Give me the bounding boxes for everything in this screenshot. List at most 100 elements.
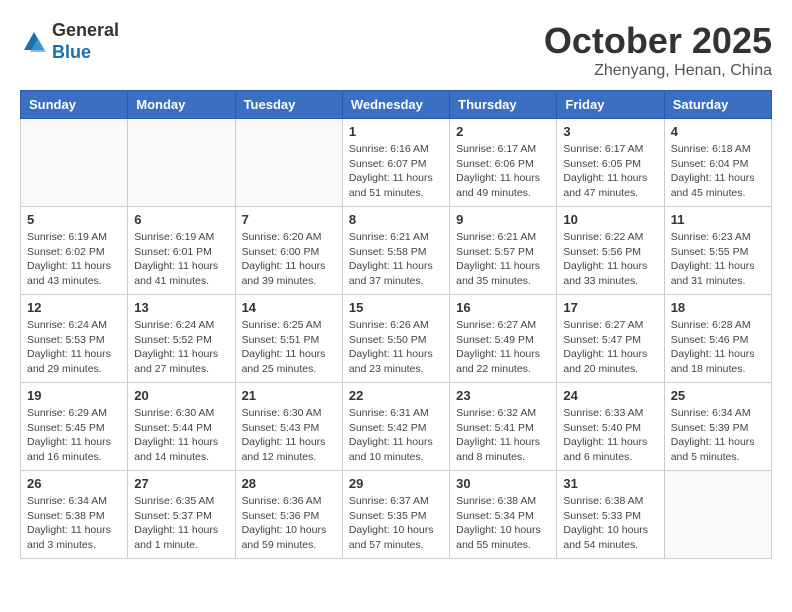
day-cell-4: 4 Sunrise: 6:18 AM Sunset: 6:04 PM Daylig… bbox=[664, 119, 771, 207]
day-number: 18 bbox=[671, 300, 765, 315]
day-cell-1: 1 Sunrise: 6:16 AM Sunset: 6:07 PM Daylig… bbox=[342, 119, 449, 207]
day-info: Sunrise: 6:24 AM Sunset: 5:52 PM Dayligh… bbox=[134, 318, 228, 377]
day-info: Sunrise: 6:23 AM Sunset: 5:55 PM Dayligh… bbox=[671, 230, 765, 289]
day-cell-2: 2Sunrise: 6:17 AM Sunset: 6:06 PM Daylig… bbox=[450, 119, 557, 207]
day-cell-26: 26 Sunrise: 6:34 AM Sunset: 5:38 PM Dayli… bbox=[21, 471, 128, 559]
day-cell-18: 18 Sunrise: 6:28 AM Sunset: 5:46 PM Dayli… bbox=[664, 295, 771, 383]
day-info: Sunrise: 6:35 AM Sunset: 5:37 PM Dayligh… bbox=[134, 494, 228, 553]
day-cell-6: 6 Sunrise: 6:19 AM Sunset: 6:01 PM Daylig… bbox=[128, 207, 235, 295]
day-cell-28: 28 Sunrise: 6:36 AM Sunset: 5:36 PM Dayli… bbox=[235, 471, 342, 559]
day-number: 6 bbox=[134, 212, 228, 227]
weekday-header-tuesday: Tuesday bbox=[235, 91, 342, 119]
week-row-4: 19Sunrise: 6:29 AM Sunset: 5:45 PM Dayli… bbox=[21, 383, 772, 471]
day-number: 30 bbox=[456, 476, 550, 491]
day-info: Sunrise: 6:28 AM Sunset: 5:46 PM Dayligh… bbox=[671, 318, 765, 377]
day-info: Sunrise: 6:19 AM Sunset: 6:02 PM Dayligh… bbox=[27, 230, 121, 289]
day-number: 29 bbox=[349, 476, 443, 491]
day-info: Sunrise: 6:31 AM Sunset: 5:42 PM Dayligh… bbox=[349, 406, 443, 465]
day-info: Sunrise: 6:34 AM Sunset: 5:38 PM Dayligh… bbox=[27, 494, 121, 553]
day-number: 28 bbox=[242, 476, 336, 491]
weekday-header-thursday: Thursday bbox=[450, 91, 557, 119]
day-number: 25 bbox=[671, 388, 765, 403]
week-row-2: 5 Sunrise: 6:19 AM Sunset: 6:02 PM Daylig… bbox=[21, 207, 772, 295]
title-block: October 2025 Zhenyang, Henan, China bbox=[544, 20, 772, 80]
day-cell-20: 20 Sunrise: 6:30 AM Sunset: 5:44 PM Dayli… bbox=[128, 383, 235, 471]
day-info: Sunrise: 6:17 AM Sunset: 6:05 PM Dayligh… bbox=[563, 142, 657, 201]
day-number: 7 bbox=[242, 212, 336, 227]
day-number: 11 bbox=[671, 212, 765, 227]
day-number: 5 bbox=[27, 212, 121, 227]
day-info: Sunrise: 6:29 AM Sunset: 5:45 PM Dayligh… bbox=[27, 406, 121, 465]
day-cell-11: 11 Sunrise: 6:23 AM Sunset: 5:55 PM Dayli… bbox=[664, 207, 771, 295]
day-cell-23: 23 Sunrise: 6:32 AM Sunset: 5:41 PM Dayli… bbox=[450, 383, 557, 471]
calendar-table: SundayMondayTuesdayWednesdayThursdayFrid… bbox=[20, 90, 772, 559]
weekday-header-saturday: Saturday bbox=[664, 91, 771, 119]
day-number: 14 bbox=[242, 300, 336, 315]
day-number: 13 bbox=[134, 300, 228, 315]
day-cell-12: 12 Sunrise: 6:24 AM Sunset: 5:53 PM Dayli… bbox=[21, 295, 128, 383]
location-text: Zhenyang, Henan, China bbox=[544, 62, 772, 80]
day-info: Sunrise: 6:18 AM Sunset: 6:04 PM Dayligh… bbox=[671, 142, 765, 201]
day-cell-3: 3 Sunrise: 6:17 AM Sunset: 6:05 PM Daylig… bbox=[557, 119, 664, 207]
day-cell-27: 27 Sunrise: 6:35 AM Sunset: 5:37 PM Dayli… bbox=[128, 471, 235, 559]
day-info: Sunrise: 6:27 AM Sunset: 5:47 PM Dayligh… bbox=[563, 318, 657, 377]
page-header: General Blue October 2025 Zhenyang, Hena… bbox=[20, 20, 772, 80]
week-row-1: 1 Sunrise: 6:16 AM Sunset: 6:07 PM Daylig… bbox=[21, 119, 772, 207]
weekday-header-wednesday: Wednesday bbox=[342, 91, 449, 119]
day-number: 26 bbox=[27, 476, 121, 491]
day-cell-8: 8Sunrise: 6:21 AM Sunset: 5:58 PM Daylig… bbox=[342, 207, 449, 295]
day-cell-19: 19Sunrise: 6:29 AM Sunset: 5:45 PM Dayli… bbox=[21, 383, 128, 471]
day-number: 17 bbox=[563, 300, 657, 315]
day-info: Sunrise: 6:34 AM Sunset: 5:39 PM Dayligh… bbox=[671, 406, 765, 465]
weekday-header-friday: Friday bbox=[557, 91, 664, 119]
day-cell-30: 30 Sunrise: 6:38 AM Sunset: 5:34 PM Dayli… bbox=[450, 471, 557, 559]
day-cell-21: 21Sunrise: 6:30 AM Sunset: 5:43 PM Dayli… bbox=[235, 383, 342, 471]
day-cell-25: 25 Sunrise: 6:34 AM Sunset: 5:39 PM Dayli… bbox=[664, 383, 771, 471]
day-cell-17: 17 Sunrise: 6:27 AM Sunset: 5:47 PM Dayli… bbox=[557, 295, 664, 383]
day-cell-13: 13 Sunrise: 6:24 AM Sunset: 5:52 PM Dayli… bbox=[128, 295, 235, 383]
empty-cell bbox=[128, 119, 235, 207]
day-number: 12 bbox=[27, 300, 121, 315]
day-info: Sunrise: 6:21 AM Sunset: 5:57 PM Dayligh… bbox=[456, 230, 550, 289]
day-info: Sunrise: 6:24 AM Sunset: 5:53 PM Dayligh… bbox=[27, 318, 121, 377]
day-number: 16 bbox=[456, 300, 550, 315]
day-number: 10 bbox=[563, 212, 657, 227]
day-info: Sunrise: 6:21 AM Sunset: 5:58 PM Dayligh… bbox=[349, 230, 443, 289]
day-info: Sunrise: 6:36 AM Sunset: 5:36 PM Dayligh… bbox=[242, 494, 336, 553]
logo: General Blue bbox=[20, 20, 119, 63]
day-info: Sunrise: 6:25 AM Sunset: 5:51 PM Dayligh… bbox=[242, 318, 336, 377]
day-info: Sunrise: 6:32 AM Sunset: 5:41 PM Dayligh… bbox=[456, 406, 550, 465]
day-cell-22: 22Sunrise: 6:31 AM Sunset: 5:42 PM Dayli… bbox=[342, 383, 449, 471]
day-number: 20 bbox=[134, 388, 228, 403]
day-info: Sunrise: 6:37 AM Sunset: 5:35 PM Dayligh… bbox=[349, 494, 443, 553]
day-number: 3 bbox=[563, 124, 657, 139]
day-info: Sunrise: 6:26 AM Sunset: 5:50 PM Dayligh… bbox=[349, 318, 443, 377]
day-cell-31: 31 Sunrise: 6:38 AM Sunset: 5:33 PM Dayli… bbox=[557, 471, 664, 559]
day-info: Sunrise: 6:30 AM Sunset: 5:44 PM Dayligh… bbox=[134, 406, 228, 465]
day-info: Sunrise: 6:19 AM Sunset: 6:01 PM Dayligh… bbox=[134, 230, 228, 289]
day-number: 31 bbox=[563, 476, 657, 491]
logo-icon bbox=[20, 28, 48, 56]
day-info: Sunrise: 6:30 AM Sunset: 5:43 PM Dayligh… bbox=[242, 406, 336, 465]
day-info: Sunrise: 6:20 AM Sunset: 6:00 PM Dayligh… bbox=[242, 230, 336, 289]
empty-cell bbox=[235, 119, 342, 207]
day-info: Sunrise: 6:38 AM Sunset: 5:34 PM Dayligh… bbox=[456, 494, 550, 553]
day-cell-5: 5 Sunrise: 6:19 AM Sunset: 6:02 PM Daylig… bbox=[21, 207, 128, 295]
day-number: 4 bbox=[671, 124, 765, 139]
day-cell-16: 16 Sunrise: 6:27 AM Sunset: 5:49 PM Dayli… bbox=[450, 295, 557, 383]
day-number: 1 bbox=[349, 124, 443, 139]
day-cell-29: 29 Sunrise: 6:37 AM Sunset: 5:35 PM Dayli… bbox=[342, 471, 449, 559]
day-info: Sunrise: 6:17 AM Sunset: 6:06 PM Dayligh… bbox=[456, 142, 550, 201]
day-number: 27 bbox=[134, 476, 228, 491]
weekday-header-monday: Monday bbox=[128, 91, 235, 119]
weekday-header-sunday: Sunday bbox=[21, 91, 128, 119]
day-info: Sunrise: 6:27 AM Sunset: 5:49 PM Dayligh… bbox=[456, 318, 550, 377]
day-info: Sunrise: 6:38 AM Sunset: 5:33 PM Dayligh… bbox=[563, 494, 657, 553]
day-number: 23 bbox=[456, 388, 550, 403]
day-info: Sunrise: 6:33 AM Sunset: 5:40 PM Dayligh… bbox=[563, 406, 657, 465]
day-cell-7: 7 Sunrise: 6:20 AM Sunset: 6:00 PM Daylig… bbox=[235, 207, 342, 295]
month-title: October 2025 bbox=[544, 20, 772, 62]
day-cell-24: 24Sunrise: 6:33 AM Sunset: 5:40 PM Dayli… bbox=[557, 383, 664, 471]
day-number: 15 bbox=[349, 300, 443, 315]
day-info: Sunrise: 6:16 AM Sunset: 6:07 PM Dayligh… bbox=[349, 142, 443, 201]
